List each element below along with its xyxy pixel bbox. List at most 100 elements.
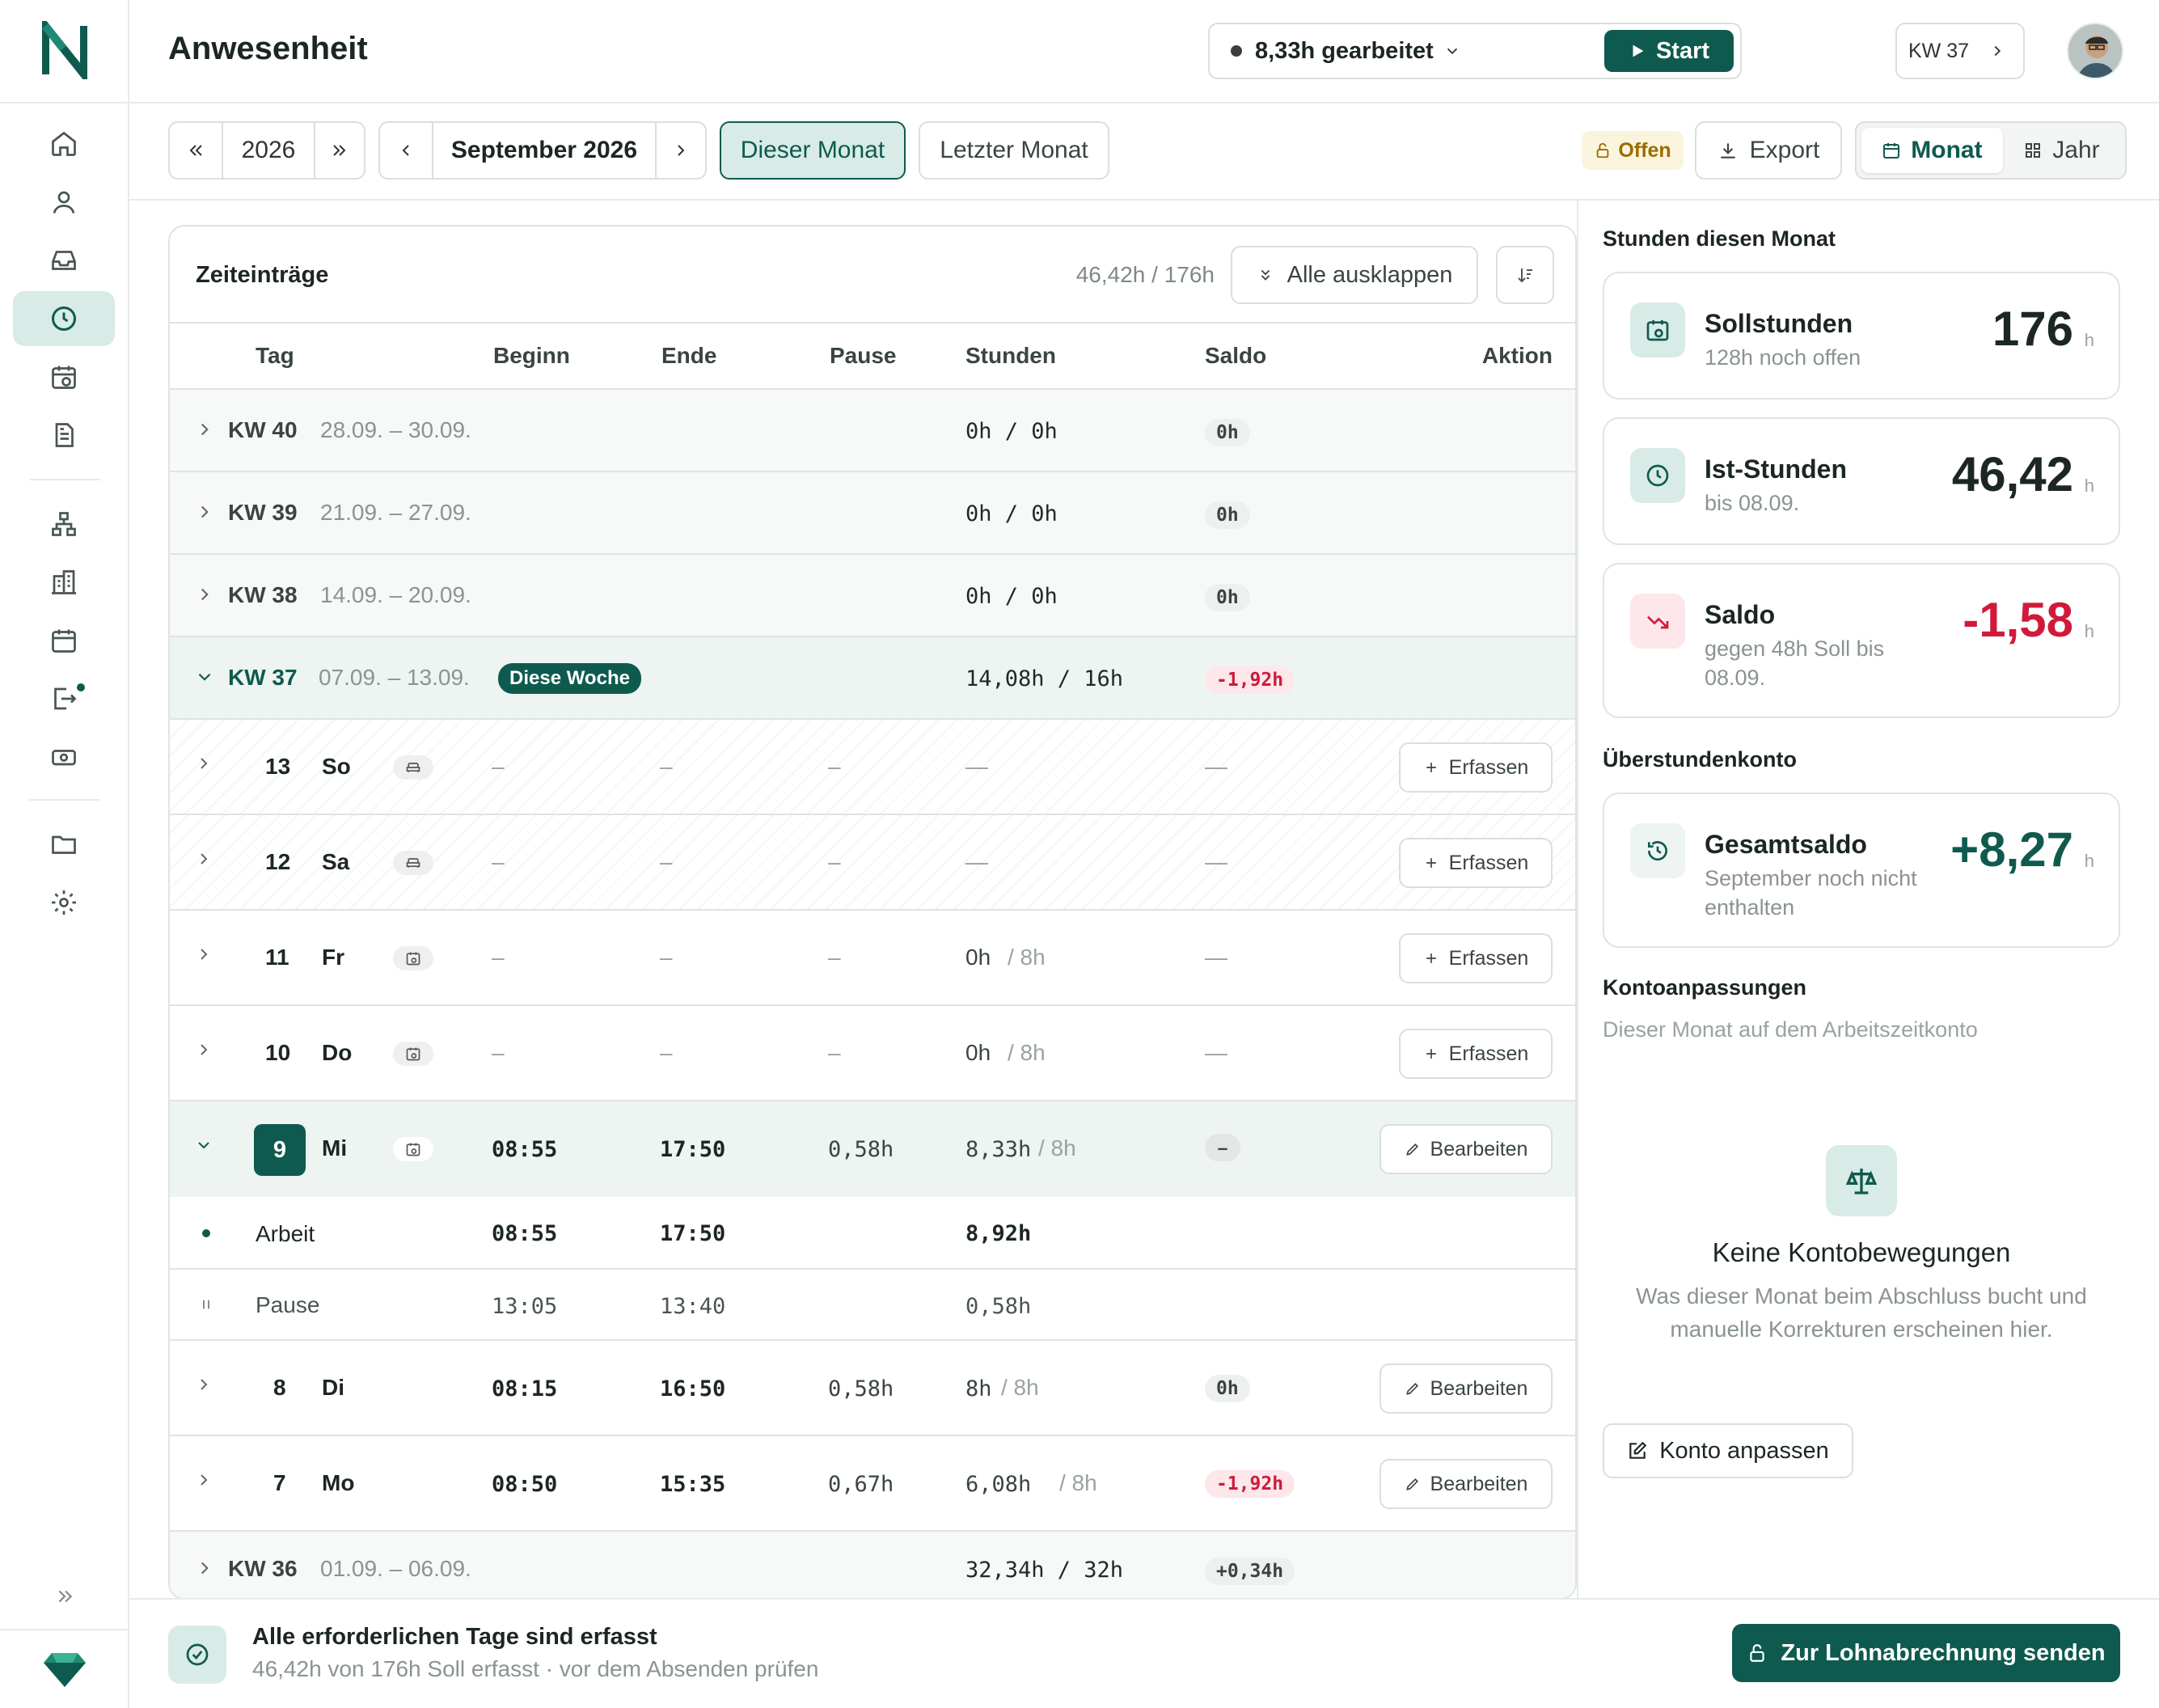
day-row[interactable]: 13 So – – – — — Erfassen [170, 720, 1575, 815]
sidebar-collapse-button[interactable] [49, 1582, 81, 1611]
saldo-badge: 0h [1205, 419, 1250, 446]
org-chart-icon [49, 509, 78, 539]
day-row[interactable]: 7 Mo 08:50 15:35 0,67h 6,08h / 8h -1,92h… [170, 1436, 1575, 1532]
check-circle-icon [168, 1626, 226, 1684]
play-icon [1629, 42, 1646, 60]
nav-company[interactable] [13, 555, 115, 610]
year-prev-button[interactable] [170, 123, 222, 178]
timer-status-dot [1231, 45, 1242, 57]
record-label: Erfassen [1448, 946, 1529, 970]
week-label: KW 36 [228, 1556, 298, 1581]
segment-label: Arbeit [256, 1221, 315, 1246]
nav-settings[interactable] [13, 875, 115, 930]
day-row[interactable]: 10 Do – – – 0h / 8h — Erfassen [170, 1006, 1575, 1101]
stat-sub: bis 08.09. [1705, 491, 1800, 515]
week-row[interactable]: KW 39 21.09. – 27.09. 0h / 0h 0h [170, 472, 1575, 555]
view-year-button[interactable]: Jahr [2003, 128, 2120, 173]
segment-end: 13:40 [660, 1294, 726, 1319]
weekday: Do [322, 1040, 353, 1065]
hours-value: 0h [965, 945, 991, 970]
week-row[interactable]: KW 36 01.09. – 06.09. 32,34h / 32h +0,34… [170, 1532, 1575, 1598]
week-row[interactable]: KW 38 14.09. – 20.09. 0h / 0h 0h [170, 555, 1575, 637]
week-row[interactable]: KW 40 28.09. – 30.09. 0h / 0h 0h [170, 390, 1575, 472]
segment-hours: 0,58h [965, 1294, 1032, 1319]
year-next-button[interactable] [314, 123, 364, 178]
last-month-button[interactable]: Letzter Monat [919, 121, 1109, 180]
saldo-value: — [1205, 1040, 1227, 1065]
segment-label: Pause [256, 1292, 320, 1317]
record-button[interactable]: Erfassen [1399, 1029, 1553, 1079]
gem-icon[interactable] [44, 1650, 86, 1689]
lock-icon [1594, 142, 1612, 159]
avatar[interactable] [2067, 23, 2123, 79]
sort-button[interactable] [1496, 246, 1554, 304]
nav-payroll[interactable] [13, 729, 115, 784]
chevron-right-icon [194, 501, 215, 522]
week-range: 21.09. – 27.09. [320, 500, 471, 525]
adjust-account-label: Konto anpassen [1659, 1437, 1829, 1464]
week-row-current[interactable]: KW 37 07.09. – 13.09. Diese Woche 14,08h… [170, 637, 1575, 720]
day-row[interactable]: 12 Sa – – – — — Erfassen [170, 815, 1575, 911]
edit-button[interactable]: Bearbeiten [1379, 1124, 1553, 1174]
nav-inbox[interactable] [13, 233, 115, 288]
col-tag[interactable]: Tag [256, 343, 294, 369]
day-row-today[interactable]: 9 Mi 08:55 17:50 0,58h 8,33h / 8h – Bear… [170, 1101, 1575, 1197]
nav-transfers[interactable] [13, 671, 115, 726]
nav-attendance[interactable] [13, 291, 115, 346]
notification-dot [74, 681, 87, 694]
stat-title: Gesamtsaldo [1705, 830, 1867, 859]
nav-calendar[interactable] [13, 613, 115, 668]
record-button[interactable]: Erfassen [1399, 742, 1553, 793]
this-month-button[interactable]: Dieser Monat [720, 121, 906, 180]
nav-files[interactable] [13, 817, 115, 872]
chevron-right-icon [194, 1375, 213, 1394]
lock-icon [1747, 1642, 1768, 1664]
adjust-account-button[interactable]: Konto anpassen [1603, 1423, 1853, 1478]
stat-value: -1,58 [1963, 593, 2073, 647]
week-range: 01.09. – 06.09. [320, 1556, 471, 1581]
calendar-icon [49, 626, 78, 655]
expand-all-button[interactable]: Alle ausklappen [1231, 246, 1478, 304]
nav-org[interactable] [13, 497, 115, 552]
money-icon [49, 742, 78, 772]
saldo-badge: +0,34h [1205, 1558, 1295, 1585]
timer-dropdown[interactable]: 8,33h gearbeitet Start [1208, 23, 1742, 79]
week-picker[interactable]: KW 37 [1895, 23, 2025, 79]
record-button[interactable]: Erfassen [1399, 838, 1553, 888]
plus-icon [1423, 950, 1439, 966]
col-stunden[interactable]: Stunden [965, 343, 1056, 369]
pause-value: – [828, 754, 841, 779]
app-logo[interactable] [42, 21, 87, 79]
send-payroll-button[interactable]: Zur Lohnabrechnung senden [1732, 1624, 2120, 1682]
send-payroll-label: Zur Lohnabrechnung senden [1781, 1639, 2106, 1666]
col-pause[interactable]: Pause [830, 343, 897, 369]
day-row[interactable]: 8 Di 08:15 16:50 0,58h 8h / 8h 0h Bearbe… [170, 1341, 1575, 1436]
chevron-right-icon [194, 1558, 215, 1579]
export-button[interactable]: Export [1695, 121, 1842, 180]
pencil-icon [1405, 1380, 1421, 1397]
sidebar-divider [29, 479, 100, 480]
edit-button[interactable]: Bearbeiten [1379, 1363, 1553, 1414]
pause-value: 0,67h [828, 1472, 894, 1497]
nav-people[interactable] [13, 175, 115, 230]
month-prev-button[interactable] [380, 123, 432, 178]
edit-button[interactable]: Bearbeiten [1379, 1459, 1553, 1509]
nav-home[interactable] [13, 116, 115, 171]
stat-value: +8,27 [1950, 822, 2073, 877]
col-ende[interactable]: Ende [661, 343, 716, 369]
record-button[interactable]: Erfassen [1399, 933, 1553, 983]
saldo-badge: 0h [1205, 584, 1250, 611]
nav-schedule[interactable] [13, 349, 115, 404]
day-row[interactable]: 11 Fr – – – 0h / 8h — Erfassen [170, 911, 1575, 1006]
start-button[interactable]: Start [1604, 30, 1734, 72]
view-switch: Monat Jahr [1855, 121, 2127, 180]
view-month-button[interactable]: Monat [1861, 128, 2003, 173]
nav-documents[interactable] [13, 408, 115, 463]
record-label: Erfassen [1448, 851, 1529, 874]
weekday: Sa [322, 849, 350, 874]
card-header: Zeiteinträge 46,42h / 176h Alle ausklapp… [170, 226, 1575, 323]
stat-card-soll: Sollstunden 128h noch offen 176 h [1603, 272, 2120, 400]
col-saldo[interactable]: Saldo [1205, 343, 1266, 369]
col-beginn[interactable]: Beginn [493, 343, 570, 369]
month-next-button[interactable] [655, 123, 705, 178]
